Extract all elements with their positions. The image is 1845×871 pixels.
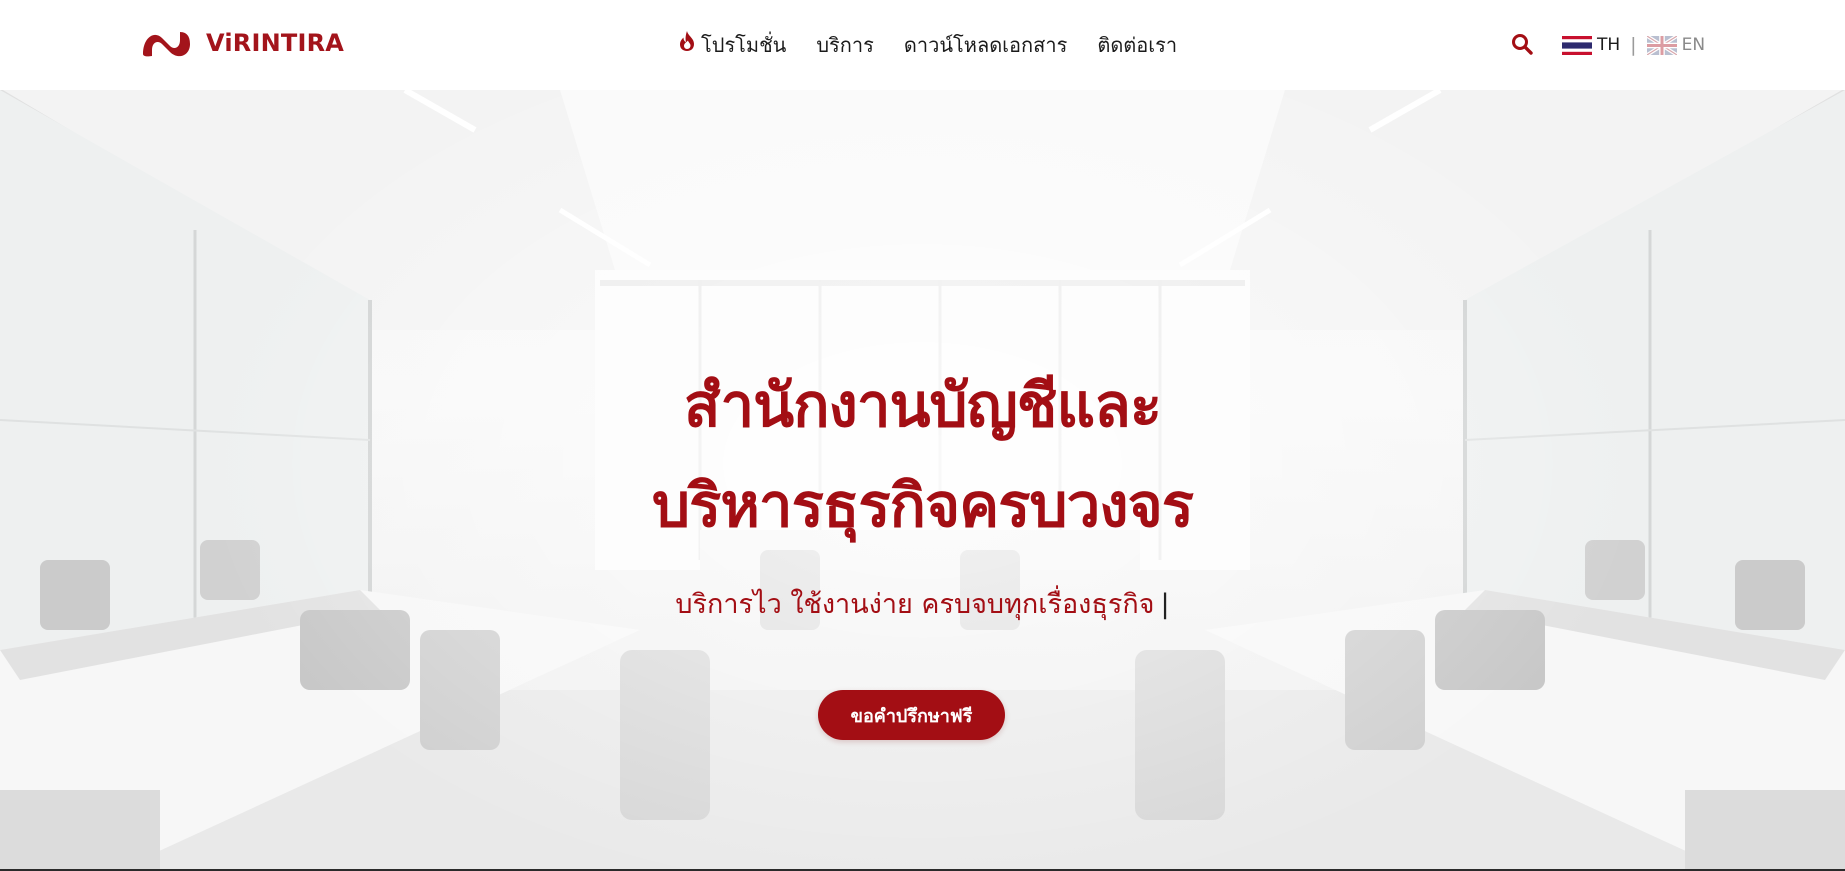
nav-label-promotions: โปรโมชั่น xyxy=(701,33,787,57)
hero-title-line-2: บริหารธุรกิจครบวงจร xyxy=(652,471,1194,541)
brand-name: ViRINTIRA xyxy=(206,29,345,57)
logo-mark-icon xyxy=(143,32,190,57)
nav-label-contact: ติดต่อเรา xyxy=(1097,33,1178,57)
nav-item-downloads[interactable]: ดาวน์โหลดเอกสาร xyxy=(904,29,1067,61)
nav-label-services: บริการ xyxy=(816,33,874,57)
lang-label-th: TH xyxy=(1597,35,1621,55)
hero-title-line-1: สำนักงานบัญชีและ xyxy=(683,371,1162,441)
site-header: ViRINTIRA โปรโมชั่น บริการ ดาวน์โหลดเอกส… xyxy=(0,0,1845,90)
lang-separator: | xyxy=(1630,34,1637,56)
lang-option-en[interactable]: EN xyxy=(1646,35,1706,55)
nav-item-promotions[interactable]: โปรโมชั่น xyxy=(679,29,786,61)
brand-logo[interactable]: ViRINTIRA xyxy=(140,26,344,60)
nav-item-services[interactable]: บริการ xyxy=(816,29,874,61)
nav-label-downloads: ดาวน์โหลดเอกสาร xyxy=(903,33,1068,57)
thailand-flag-icon xyxy=(1562,35,1592,55)
lang-label-en: EN xyxy=(1681,35,1706,55)
language-switcher: TH | EN xyxy=(1562,34,1705,56)
hero-subtitle-text: บริการไว ใช้งานง่าย ครบจบทุกเรื่องธุรกิจ xyxy=(675,589,1155,620)
nav-item-contact[interactable]: ติดต่อเรา xyxy=(1097,29,1177,61)
free-consultation-button[interactable]: ขอคำปรึกษาฟรี xyxy=(818,690,1005,740)
flame-icon xyxy=(680,31,694,51)
uk-flag-icon xyxy=(1646,35,1677,55)
search-icon[interactable] xyxy=(1511,33,1533,55)
hero-section: สำนักงานบัญชีและ บริหารธุรกิจครบวงจร บริ… xyxy=(0,90,1845,869)
lang-option-th[interactable]: TH xyxy=(1562,35,1620,55)
main-nav: โปรโมชั่น บริการ ดาวน์โหลดเอกสาร ติดต่อเ… xyxy=(679,29,1177,61)
typing-caret: | xyxy=(1160,589,1170,620)
hero-subtitle: บริการไว ใช้งานง่าย ครบจบทุกเรื่องธุรกิจ… xyxy=(0,582,1845,625)
